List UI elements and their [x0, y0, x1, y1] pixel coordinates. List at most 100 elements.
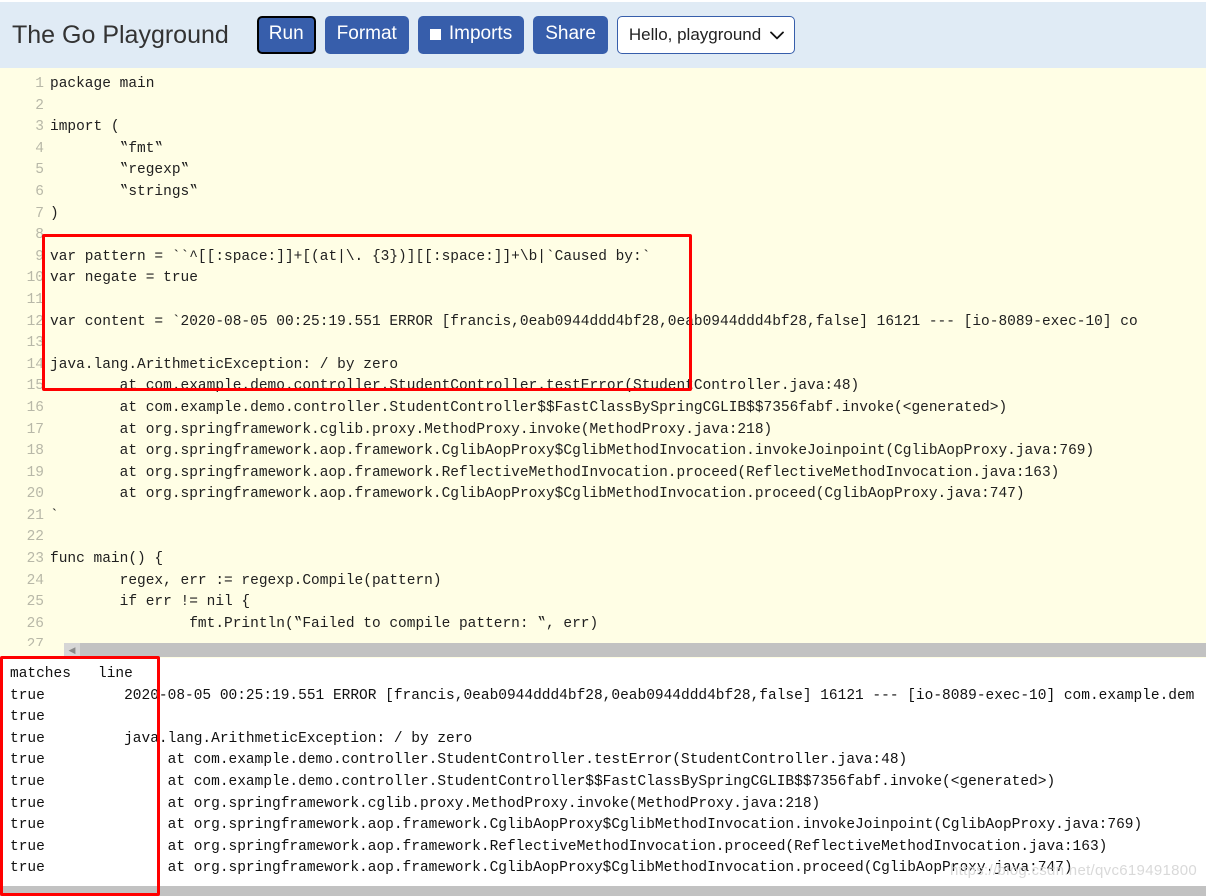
line-number: 8	[35, 227, 44, 244]
code-line[interactable]: 12 var content = `2020-08-05 00:25:19.551…	[0, 312, 1206, 334]
line-number: 12	[26, 313, 44, 330]
line-number: 5	[35, 162, 44, 179]
imports-checkbox-button[interactable]: Imports	[417, 16, 525, 54]
line-number: 25	[26, 594, 44, 611]
line-number: 15	[26, 378, 44, 395]
output-matches-value: true	[10, 860, 45, 877]
line-number: 3	[35, 119, 44, 136]
scrollbar-thumb[interactable]	[80, 643, 1206, 657]
line-number: 1	[35, 76, 44, 92]
line-number: 22	[26, 529, 44, 546]
code-line[interactable]: 25 if err != nil {	[0, 592, 1206, 614]
output-line-value: at org.springframework.aop.framework.Cgl…	[98, 860, 1073, 877]
code-line[interactable]: 8	[0, 225, 1206, 247]
go-playground-app: The Go Playground Run Format Imports Sha…	[0, 0, 1206, 896]
output-row: true at com.example.demo.controller.Stud…	[10, 750, 1194, 772]
output-row: true at org.springframework.aop.framewor…	[10, 815, 1194, 837]
code-line[interactable]: 19 at org.springframework.aop.framework.…	[0, 463, 1206, 485]
code-line[interactable]: 10 var negate = true	[0, 268, 1206, 290]
output-matches-value: matches	[10, 666, 71, 682]
output-row: true at org.springframework.aop.framewor…	[10, 837, 1194, 859]
line-number: 2	[35, 97, 44, 114]
code-text: at org.springframework.cglib.proxy.Metho…	[50, 421, 773, 438]
toolbar: The Go Playground Run Format Imports Sha…	[0, 0, 1206, 68]
line-number: 6	[35, 183, 44, 200]
line-number: 4	[35, 140, 44, 157]
code-text: import (	[50, 119, 120, 136]
line-number: 27	[26, 637, 44, 646]
code-line[interactable]: 13	[0, 333, 1206, 355]
output-row: true 2020-08-05 00:25:19.551 ERROR [fran…	[10, 686, 1194, 708]
examples-select-value: Hello, playground	[628, 25, 762, 44]
output-line-value: line	[98, 666, 133, 682]
code-line[interactable]: 24 regex, err := regexp.Compile(pattern)	[0, 571, 1206, 593]
code-text: ‟strings‟	[50, 183, 198, 200]
output-horizontal-scrollbar[interactable]	[0, 886, 1206, 896]
code-line[interactable]: 3 import (	[0, 117, 1206, 139]
code-line[interactable]: 4 ‟fmt‟	[0, 139, 1206, 161]
code-line[interactable]: 26 fmt.Println(‟Failed to compile patter…	[0, 614, 1206, 636]
output-matches-value: true	[10, 817, 45, 834]
examples-select[interactable]: Hello, playground	[616, 16, 796, 54]
line-number: 17	[26, 421, 44, 438]
line-number: 10	[26, 270, 44, 287]
code-line[interactable]: 18 at org.springframework.aop.framework.…	[0, 441, 1206, 463]
code-line[interactable]: 6 ‟strings‟	[0, 182, 1206, 204]
share-button[interactable]: Share	[533, 16, 608, 54]
code-line[interactable]: 16 at com.example.demo.controller.Studen…	[0, 398, 1206, 420]
code-text: at org.springframework.aop.framework.Cgl…	[50, 443, 1095, 460]
code-line[interactable]: 17 at org.springframework.cglib.proxy.Me…	[0, 420, 1206, 442]
output-matches-value: true	[10, 773, 45, 790]
output-line-value: at org.springframework.aop.framework.Cgl…	[98, 817, 1143, 834]
output-row: true at org.springframework.cglib.proxy.…	[10, 794, 1194, 816]
code-text: at org.springframework.aop.framework.Ref…	[50, 464, 1060, 481]
line-number: 9	[35, 248, 44, 265]
page-title: The Go Playground	[12, 20, 229, 49]
output-line-value: java.lang.ArithmeticException: / by zero	[98, 730, 473, 747]
output-row: true at com.example.demo.controller.Stud…	[10, 772, 1194, 794]
code-text: ‟fmt‟	[50, 140, 164, 157]
code-line[interactable]: 21 `	[0, 506, 1206, 528]
code-line[interactable]: 5 ‟regexp‟	[0, 160, 1206, 182]
format-button[interactable]: Format	[324, 16, 409, 54]
code-text: fmt.Println(‟Failed to compile pattern: …	[50, 615, 599, 632]
line-number: 21	[26, 507, 44, 524]
output-matches-value: true	[10, 838, 45, 855]
code-line[interactable]: 15 at com.example.demo.controller.Studen…	[0, 376, 1206, 398]
line-number: 7	[35, 205, 44, 222]
line-number: 24	[26, 572, 44, 589]
code-text: ‟regexp‟	[50, 162, 190, 179]
code-line[interactable]: 20 at org.springframework.aop.framework.…	[0, 484, 1206, 506]
scroll-left-arrow-icon[interactable]: ◀	[64, 643, 80, 657]
code-editor[interactable]: 1 package main 2 3 import (4 ‟fmt‟ 5 ‟regexp‟…	[0, 68, 1206, 646]
output-row: true	[10, 707, 1194, 729]
output-matches-value: true	[10, 709, 45, 726]
code-line[interactable]: 9 var pattern = ``^[[:space:]]+[(at|\. {3…	[0, 247, 1206, 269]
output-line-value: at com.example.demo.controller.StudentCo…	[98, 773, 1056, 790]
code-line[interactable]: 2	[0, 96, 1206, 118]
code-line[interactable]: 7)	[0, 204, 1206, 226]
output-line-value: at org.springframework.aop.framework.Ref…	[98, 838, 1108, 855]
checkbox-icon[interactable]	[429, 28, 441, 40]
line-number: 18	[26, 443, 44, 460]
code-line[interactable]: 11	[0, 290, 1206, 312]
code-lines[interactable]: 1 package main 2 3 import (4 ‟fmt‟ 5 ‟regexp‟…	[0, 74, 1206, 646]
code-text: regex, err := regexp.Compile(pattern)	[50, 572, 442, 589]
code-line[interactable]: 1 package main	[0, 74, 1206, 96]
line-number: 20	[26, 486, 44, 503]
code-line[interactable]: 14 java.lang.ArithmeticException: / by ze…	[0, 355, 1206, 377]
line-number: 23	[26, 551, 44, 568]
output-line-value: 2020-08-05 00:25:19.551 ERROR [francis,0…	[98, 687, 1195, 704]
chevron-down-icon	[770, 28, 785, 42]
editor-horizontal-scrollbar[interactable]: ◀	[64, 643, 1206, 657]
output-matches-value: true	[10, 730, 45, 747]
line-number: 14	[26, 356, 44, 373]
output-matches-value: true	[10, 687, 45, 704]
run-button[interactable]: Run	[256, 16, 316, 54]
code-line[interactable]: 22	[0, 527, 1206, 549]
output-matches-value: true	[10, 752, 45, 769]
code-text: package main	[50, 76, 155, 92]
output-line-value: at org.springframework.cglib.proxy.Metho…	[98, 795, 821, 812]
code-text: func main() {	[50, 551, 164, 568]
code-line[interactable]: 23 func main() {	[0, 549, 1206, 571]
